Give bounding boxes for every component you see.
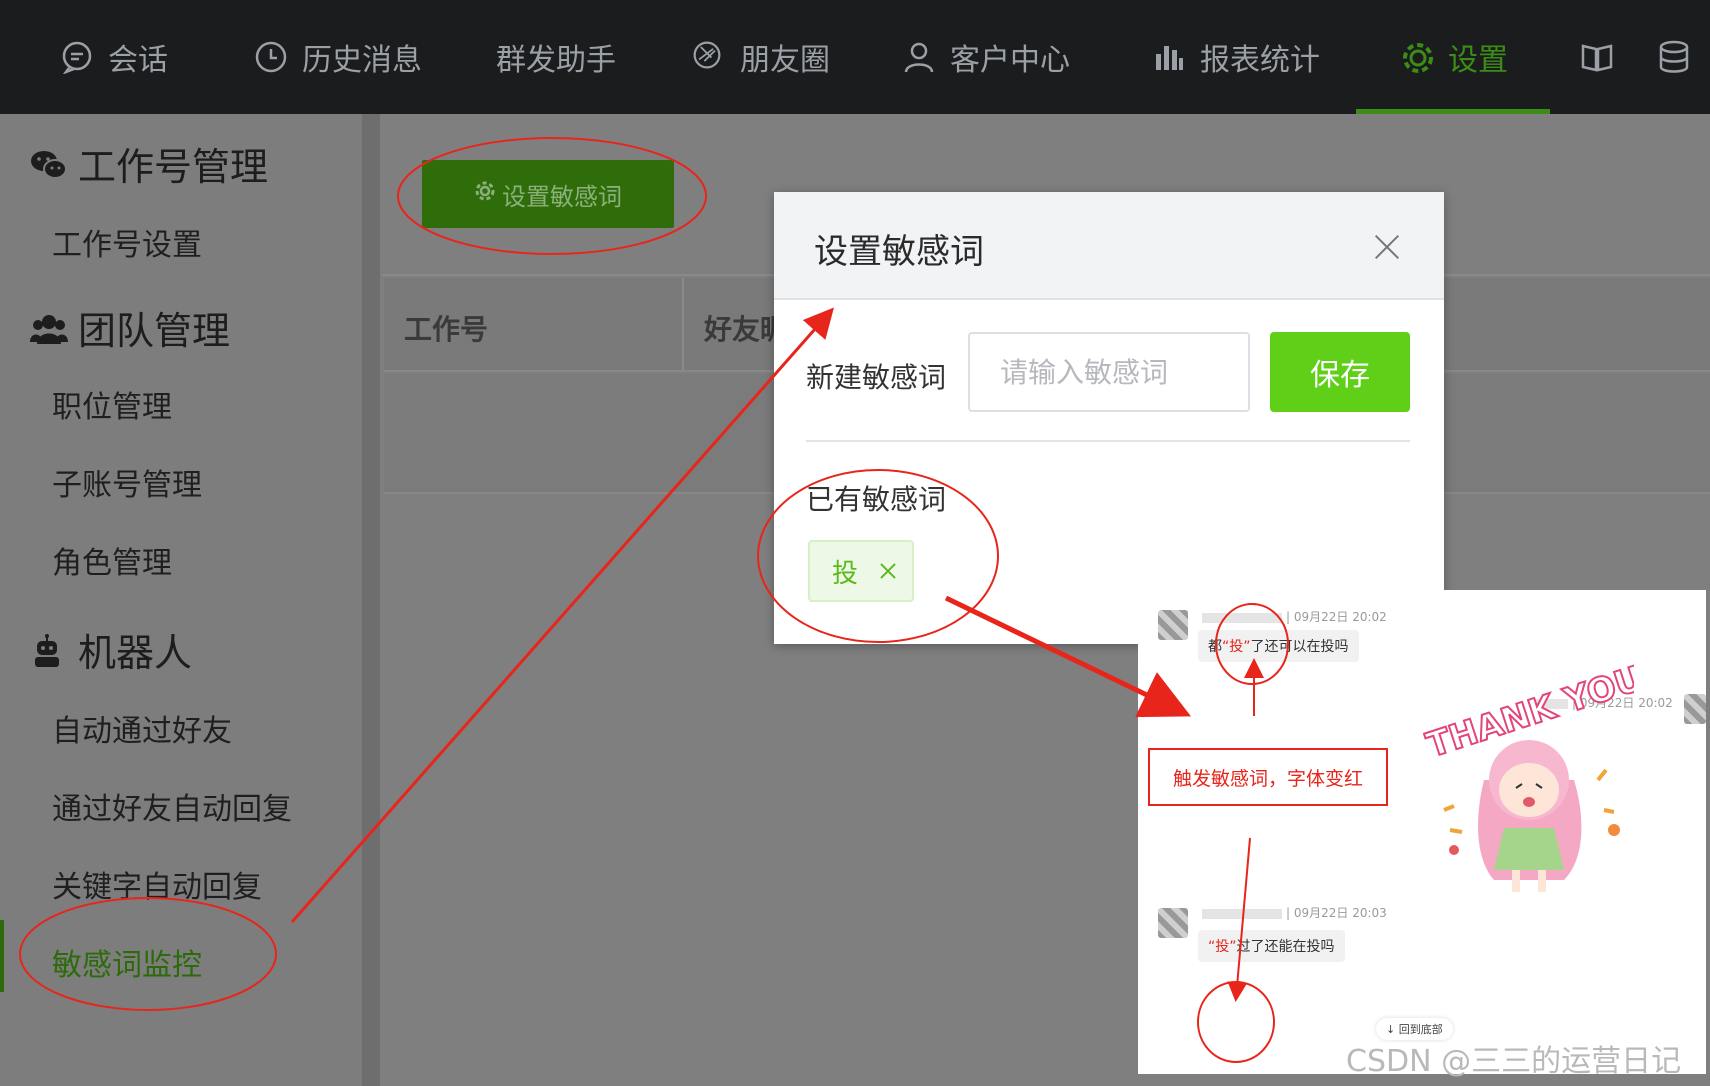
sidebar-item-keyword-auto-reply[interactable]: 关键字自动回复 — [52, 862, 262, 906]
sidebar-divider — [362, 114, 380, 1086]
sidebar-group-work-accounts: 工作号管理 — [30, 136, 268, 191]
avatar — [1158, 610, 1188, 640]
sidebar-item-sensitive-word-monitor[interactable]: 敏感词监控 — [52, 940, 202, 984]
sidebar-item-auto-accept-friends[interactable]: 自动通过好友 — [52, 706, 232, 750]
team-icon — [30, 311, 68, 345]
blurred-name — [1202, 612, 1282, 623]
close-icon[interactable] — [1374, 234, 1400, 260]
sidebar-group-title: 团队管理 — [78, 309, 231, 353]
message-meta: | 09月22日 20:02 — [1202, 608, 1387, 625]
database-icon[interactable] — [1658, 0, 1690, 114]
nav-label: 群发助手 — [496, 43, 616, 78]
save-button[interactable]: 保存 — [1270, 332, 1410, 412]
sidebar-item-positions[interactable]: 职位管理 — [52, 382, 172, 426]
wechat-icon — [30, 147, 68, 181]
chat-bubble: “投”过了还能在投吗 — [1198, 930, 1345, 962]
active-indicator — [0, 920, 4, 992]
new-word-label: 新建敏感词 — [806, 361, 947, 394]
annotation-callout: 触发敏感词，字体变红 — [1148, 748, 1388, 806]
book-icon[interactable] — [1580, 0, 1614, 114]
tag-label: 投 — [832, 558, 859, 589]
avatar — [1158, 908, 1188, 938]
sidebar-group-robot: 机器人 — [30, 622, 192, 677]
user-icon — [902, 40, 936, 74]
avatar — [1684, 694, 1706, 724]
sidebar-group-title: 机器人 — [78, 631, 193, 675]
sidebar-group-title: 工作号管理 — [78, 145, 269, 189]
nav-label: 客户中心 — [950, 43, 1070, 78]
nav-history[interactable]: 历史消息 — [254, 0, 422, 114]
set-sensitive-words-button[interactable]: 设置敏感词 — [422, 160, 674, 228]
sidebar-group-team: 团队管理 — [30, 300, 230, 355]
nav-settings[interactable]: 设置 — [1356, 0, 1550, 114]
watermark: CSDN @三三的运营日记 — [1346, 1044, 1682, 1079]
robot-icon — [30, 633, 68, 667]
sensitive-words-dialog: 设置敏感词 新建敏感词 保存 已有敏感词 投 — [774, 192, 1444, 644]
clock-icon — [254, 40, 288, 74]
button-label: 设置敏感词 — [502, 182, 622, 211]
column-header-work-account: 工作号 — [404, 313, 489, 346]
nav-label: 报表统计 — [1200, 43, 1320, 78]
aperture-icon — [692, 40, 726, 74]
nav-label: 历史消息 — [302, 43, 422, 78]
top-nav: 会话 历史消息 群发助手 朋友圈 客户中心 报表统计 设置 — [0, 0, 1710, 114]
sidebar-item-auto-reply-new-friends[interactable]: 通过好友自动回复 — [52, 784, 292, 828]
nav-label: 朋友圈 — [740, 43, 830, 78]
existing-words-label: 已有敏感词 — [806, 483, 947, 516]
nav-customers[interactable]: 客户中心 — [902, 0, 1070, 114]
nav-chat[interactable]: 会话 — [60, 0, 168, 114]
chat-bubble: 都“投”了还可以在投吗 — [1198, 630, 1359, 662]
nav-label: 会话 — [108, 43, 168, 78]
chat-preview: | 09月22日 20:02 都“投”了还可以在投吗 | 09月22日 20:0… — [1138, 590, 1706, 1074]
bar-chart-icon — [1152, 40, 1186, 74]
thank-you-sticker: THANK YOU — [1414, 657, 1649, 900]
sidebar-item-roles[interactable]: 角色管理 — [52, 538, 172, 582]
gear-icon — [474, 180, 496, 208]
sidebar-item-sub-accounts[interactable]: 子账号管理 — [52, 460, 202, 504]
gear-icon — [1400, 40, 1434, 74]
nav-moments[interactable]: 朋友圈 — [692, 0, 830, 114]
sensitive-word-input[interactable] — [968, 332, 1250, 412]
divider — [806, 440, 1410, 442]
arrow-down-icon: ↓ — [1386, 1023, 1396, 1036]
dialog-title: 设置敏感词 — [814, 232, 984, 272]
column-divider — [682, 278, 684, 372]
sensitive-word-tag: 投 — [808, 540, 914, 602]
nav-mass-send[interactable]: 群发助手 — [496, 0, 616, 114]
sidebar-item-work-account-settings[interactable]: 工作号设置 — [52, 220, 202, 264]
dialog-header: 设置敏感词 — [774, 192, 1444, 300]
nav-label: 设置 — [1448, 43, 1508, 78]
blurred-name — [1202, 908, 1282, 919]
chat-bubble-icon — [60, 40, 94, 75]
nav-reports[interactable]: 报表统计 — [1152, 0, 1320, 114]
message-meta: | 09月22日 20:03 — [1202, 904, 1387, 921]
remove-tag-icon[interactable] — [880, 563, 896, 579]
